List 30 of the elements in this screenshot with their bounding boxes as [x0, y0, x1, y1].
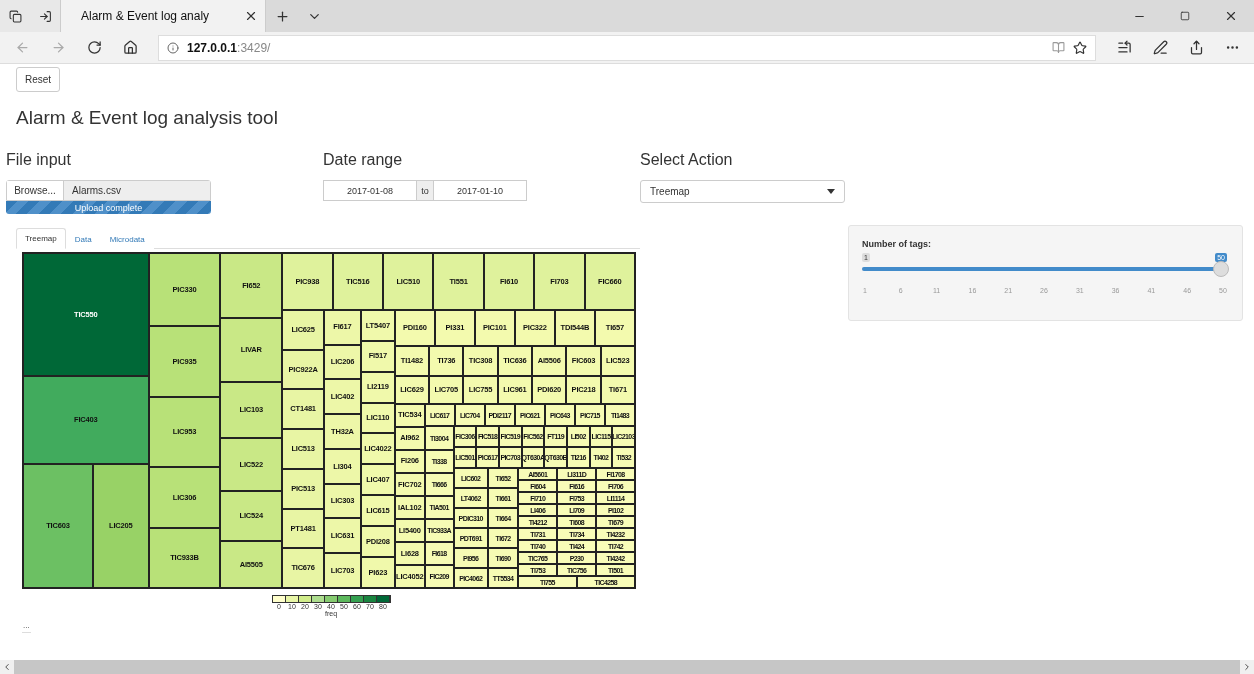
section-heading: File input	[6, 151, 72, 170]
tabs-aside-icon[interactable]	[0, 0, 30, 32]
end-date-field[interactable]: 2017-01-10	[433, 180, 527, 201]
caret-icon	[827, 189, 835, 194]
upload-progress-bar: Upload complete	[6, 201, 211, 214]
page-title: Alarm & Event log analysis tool	[16, 107, 279, 130]
close-icon[interactable]	[236, 0, 266, 32]
browse-button[interactable]: Browse...	[7, 181, 64, 200]
file-name-field: Alarms.csv	[64, 181, 210, 200]
slider-handle[interactable]	[1213, 261, 1229, 277]
browser-tab[interactable]: Alarm & Event log analy	[60, 0, 236, 32]
start-date-field[interactable]: 2017-01-08	[323, 180, 417, 201]
reset-button[interactable]: Reset	[16, 67, 61, 92]
section-heading: Select Action	[640, 151, 734, 170]
info-icon[interactable]	[167, 41, 179, 54]
slider-label: Number of tags:	[862, 239, 932, 249]
action-select[interactable]: Treemap	[640, 180, 845, 203]
book-icon[interactable]	[1052, 41, 1065, 54]
address-field[interactable]: 127.0.0.1:3429/	[158, 34, 1096, 61]
section-heading: Date range	[323, 151, 404, 170]
scroll-left-icon[interactable]	[0, 660, 14, 674]
file-input-group[interactable]: Browse... Alarms.csv	[6, 180, 211, 201]
star-icon[interactable]	[1073, 40, 1087, 55]
set-aside-icon[interactable]	[30, 0, 60, 32]
range-separator: to	[417, 180, 433, 201]
tab[interactable]: Treemap	[16, 228, 66, 249]
slider-track[interactable]	[862, 260, 1229, 278]
horizontal-scrollbar[interactable]	[0, 660, 1254, 674]
scroll-right-icon[interactable]	[1240, 660, 1254, 674]
output-text: ...	[22, 621, 31, 633]
